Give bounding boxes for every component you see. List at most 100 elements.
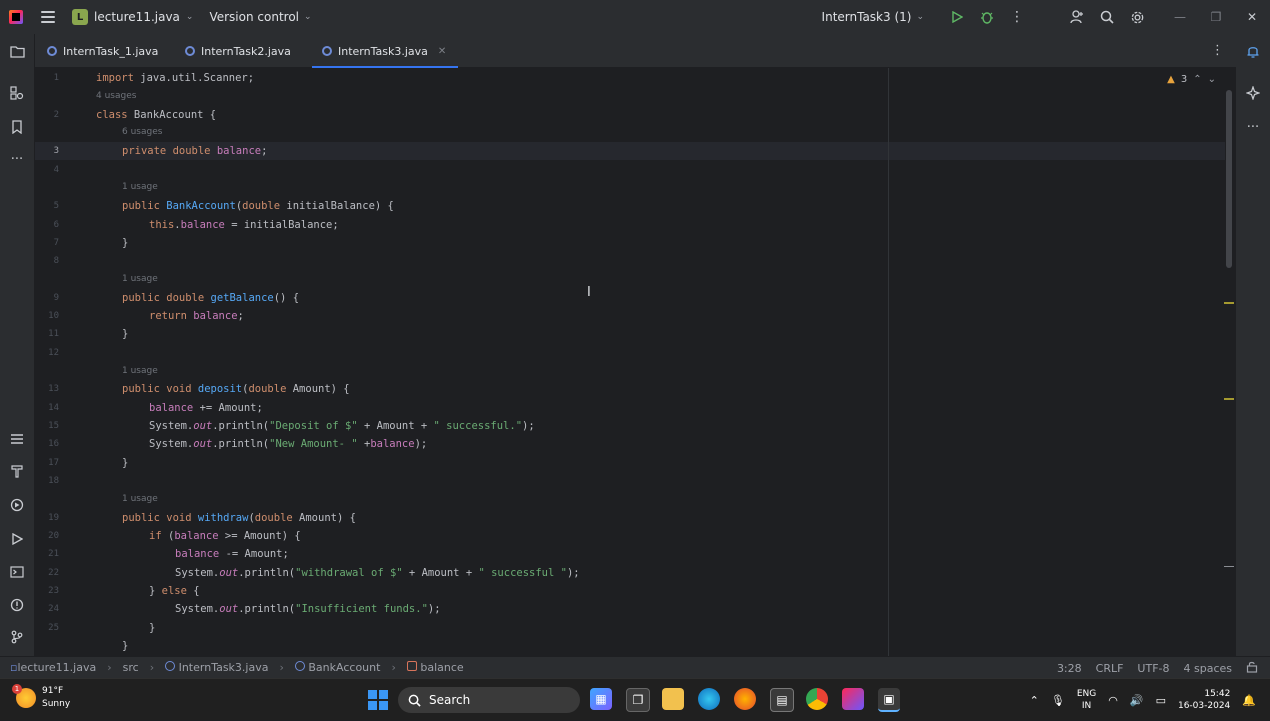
code-line: return balance; — [149, 310, 244, 322]
minimize-button[interactable]: — — [1162, 0, 1198, 34]
taskbar-search[interactable]: Search — [398, 687, 580, 713]
close-window-button[interactable]: ✕ — [1234, 0, 1270, 34]
notifications-button[interactable] — [1244, 42, 1262, 60]
indent-setting[interactable]: 4 spaces — [1184, 662, 1233, 675]
field-ref: balance — [175, 548, 220, 560]
tab-interntask3[interactable]: InternTask3.java ✕ — [311, 34, 459, 68]
usages-hint[interactable]: 1 usage — [122, 274, 158, 284]
code-text: ; — [237, 310, 244, 322]
intellij-taskbar-icon[interactable] — [842, 688, 864, 710]
line-number: 7 — [53, 238, 59, 248]
breadcrumb-item[interactable]: InternTask3.java — [165, 661, 268, 674]
weather-badge: 1 — [12, 684, 22, 694]
problems-tool-button[interactable] — [8, 596, 26, 614]
more-actions-button[interactable]: ⋮ — [1002, 0, 1032, 34]
more-tools-button[interactable]: ··· — [8, 150, 26, 168]
keyword: else — [161, 585, 187, 597]
run-tool-button[interactable] — [8, 530, 26, 548]
weather-widget[interactable]: 1 91°F Sunny — [12, 684, 70, 711]
notification-bell-icon[interactable]: 🔔 — [1242, 694, 1256, 707]
code-line: public void withdraw(double Amount) { — [122, 512, 356, 524]
main-menu-icon[interactable] — [41, 11, 55, 23]
code-line: } — [149, 622, 156, 634]
chevron-up-icon[interactable]: ⌃ — [1030, 694, 1039, 707]
structure-tool-button[interactable] — [8, 84, 26, 102]
inspection-widget[interactable]: ▲ 3 ⌃ ⌄ — [1167, 74, 1216, 85]
code-with-me-button[interactable] — [1062, 0, 1092, 34]
language-indicator[interactable]: ENG IN — [1077, 688, 1096, 712]
tabs-options-button[interactable]: ⋮ — [1211, 43, 1224, 58]
code-text: { — [186, 585, 200, 597]
warning-marker[interactable] — [1224, 398, 1234, 400]
volume-icon[interactable]: 🔊 — [1130, 694, 1144, 707]
store-icon[interactable]: ▤ — [770, 688, 794, 712]
code-line: balance += Amount; — [149, 402, 263, 414]
usages-hint[interactable]: 1 usage — [122, 494, 158, 504]
debug-button[interactable] — [972, 0, 1002, 34]
restore-icon: ❐ — [1210, 10, 1222, 24]
code-text: ); — [566, 567, 580, 579]
ai-assistant-button[interactable] — [1244, 84, 1262, 102]
version-control-label: Version control — [209, 10, 299, 24]
breadcrumb-item[interactable]: BankAccount — [294, 661, 380, 674]
widgets-app-icon[interactable]: ▦ — [590, 688, 612, 710]
terminal-tool-button[interactable] — [8, 563, 26, 581]
start-button[interactable] — [368, 690, 388, 710]
more-tools-right-button[interactable]: ··· — [1244, 118, 1262, 136]
usages-hint[interactable]: 1 usage — [122, 366, 158, 376]
usages-hint[interactable]: 6 usages — [122, 127, 162, 137]
file-explorer-icon[interactable] — [662, 688, 684, 710]
battery-icon[interactable]: ▭ — [1156, 694, 1166, 707]
project-tool-button[interactable] — [8, 42, 26, 60]
breadcrumb-item[interactable]: ▫lecture11.java — [10, 661, 96, 674]
bug-icon — [981, 12, 993, 24]
file-encoding[interactable]: UTF-8 — [1137, 662, 1169, 675]
todo-tool-button[interactable] — [8, 430, 26, 448]
mouse-ibeam-cursor-icon: I — [587, 285, 591, 300]
breadcrumb-separator-icon: › — [279, 661, 284, 674]
code-editor[interactable]: 1 2 3 4 5 6 7 8 9 10 11 12 13 14 15 16 17 18 19 20 21 22 23 24 2… — [35, 68, 1236, 656]
vertical-scrollbar[interactable] — [1226, 90, 1232, 268]
code-text: System. — [175, 567, 220, 579]
line-separator[interactable]: CRLF — [1096, 662, 1124, 675]
bookmarks-tool-button[interactable] — [8, 118, 26, 136]
sun-icon: 1 — [12, 684, 36, 708]
code-text: () { — [273, 292, 300, 304]
play-icon — [952, 11, 963, 23]
git-branch-icon — [11, 630, 23, 644]
active-app-icon[interactable]: ▣ — [878, 688, 900, 712]
caret-position[interactable]: 3:28 — [1057, 662, 1082, 675]
status-bar: ▫lecture11.java › src › InternTask3.java… — [0, 656, 1270, 678]
breadcrumb-item[interactable]: balance — [406, 661, 464, 674]
warning-icon: ▲ — [1167, 74, 1175, 85]
build-tool-button[interactable] — [8, 462, 26, 480]
firefox-icon[interactable] — [734, 688, 756, 710]
project-switcher[interactable]: L lecture11.java ⌄ — [72, 9, 193, 25]
scroll-marker[interactable] — [1224, 566, 1234, 567]
services-tool-button[interactable] — [8, 496, 26, 514]
code-line: System.out.println("withdrawal of $" + A… — [175, 567, 580, 579]
code-text: ); — [522, 420, 535, 432]
tab-interntask1[interactable]: InternTask_1.java — [47, 34, 158, 68]
task-view-icon[interactable]: ❐ — [626, 688, 650, 712]
run-button[interactable] — [942, 0, 972, 34]
usages-hint[interactable]: 4 usages — [96, 91, 136, 101]
tab-interntask2[interactable]: InternTask2.java — [185, 34, 291, 68]
readonly-toggle[interactable] — [1246, 661, 1258, 676]
run-configuration-selector[interactable]: InternTask3 (1) ⌄ — [822, 10, 924, 24]
chrome-icon[interactable] — [806, 688, 828, 710]
breadcrumb-item[interactable]: src — [123, 661, 139, 674]
warning-marker[interactable] — [1224, 302, 1234, 304]
language-code: ENG — [1076, 689, 1097, 699]
system-clock[interactable]: 15:42 16-03-2024 — [1178, 688, 1230, 712]
close-tab-icon[interactable]: ✕ — [438, 46, 446, 57]
version-control-menu[interactable]: Version control ⌄ — [209, 10, 311, 24]
wifi-icon[interactable]: ◠ — [1108, 694, 1118, 707]
maximize-button[interactable]: ❐ — [1198, 0, 1234, 34]
microphone-icon[interactable]: 🎙 — [1051, 694, 1065, 707]
usages-hint[interactable]: 1 usage — [122, 182, 158, 192]
search-everywhere-button[interactable] — [1092, 0, 1122, 34]
settings-button[interactable] — [1122, 0, 1152, 34]
edge-browser-icon[interactable] — [698, 688, 720, 710]
git-tool-button[interactable] — [8, 628, 26, 646]
